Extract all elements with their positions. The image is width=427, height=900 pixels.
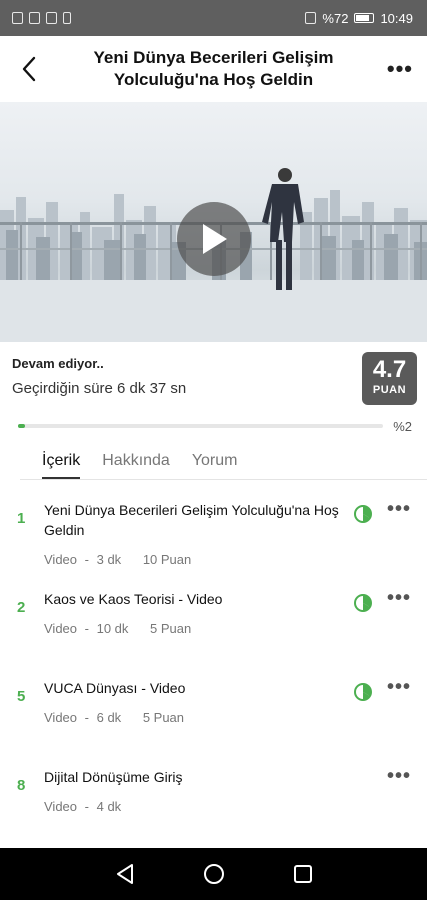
tab-about[interactable]: Hakkında <box>102 452 170 479</box>
item-title: Dijital Dönüşüme Giriş <box>44 769 183 785</box>
time-spent: Geçirdiğin süre 6 dk 37 sn <box>12 380 187 397</box>
circle-home-icon <box>203 864 224 884</box>
progress-percent: %2 <box>393 418 412 434</box>
header: Yeni Dünya Becerileri Gelişim Yolculuğu'… <box>0 36 427 102</box>
partial-progress-icon <box>354 505 372 523</box>
item-type: Video <box>44 710 78 725</box>
item-more-button[interactable]: ••• <box>387 676 411 699</box>
item-type: Video <box>44 552 78 567</box>
item-more-button[interactable]: ••• <box>387 498 411 521</box>
item-duration: 4 dk <box>96 799 122 814</box>
item-separator: - <box>84 710 89 725</box>
back-arrow-icon <box>22 56 36 82</box>
progress-status: Devam ediyor.. <box>12 356 104 371</box>
usb-icon <box>63 12 71 24</box>
status-bar-right: %72 10:49 <box>305 11 413 26</box>
item-meta: Video - 3 dk 10 Puan <box>44 552 357 567</box>
list-item[interactable]: 2 Kaos ve Kaos Teorisi - Video Video - 1… <box>0 587 427 676</box>
system-nav-bar <box>0 848 427 900</box>
item-more-button[interactable]: ••• <box>387 587 411 610</box>
content-list: 1 Yeni Dünya Becerileri Gelişim Yolculuğ… <box>0 480 427 854</box>
triangle-back-icon <box>116 864 133 884</box>
status-bar-left <box>12 12 71 24</box>
item-number: 8 <box>17 777 26 794</box>
item-title: Kaos ve Kaos Teorisi - Video <box>44 591 223 607</box>
score-value: 4.7 <box>372 356 407 383</box>
tab-bar: İçerik Hakkında Yorum <box>20 440 427 480</box>
tab-content[interactable]: İçerik <box>42 452 81 479</box>
list-item[interactable]: 1 Yeni Dünya Becerileri Gelişim Yolculuğ… <box>0 498 427 587</box>
item-points: 5 Puan <box>150 621 192 636</box>
item-number: 2 <box>17 599 26 616</box>
item-meta: Video - 10 dk 5 Puan <box>44 621 357 636</box>
nav-recents-button[interactable] <box>291 862 315 886</box>
notification-icon <box>12 12 23 24</box>
item-duration: 10 dk <box>96 621 129 636</box>
item-type: Video <box>44 621 78 636</box>
score-label: PUAN <box>372 384 407 396</box>
nav-home-button[interactable] <box>202 862 226 886</box>
page-title: Yeni Dünya Becerileri Gelişim Yolculuğu'… <box>93 48 334 89</box>
item-separator: - <box>84 799 89 814</box>
video-player[interactable] <box>0 102 427 342</box>
item-duration: 6 dk <box>96 710 122 725</box>
item-title: VUCA Dünyası - Video <box>44 680 186 696</box>
item-points: 10 Puan <box>142 552 192 567</box>
notification-icon <box>29 12 40 24</box>
item-more-button[interactable]: ••• <box>387 765 411 788</box>
item-title: Yeni Dünya Becerileri Gelişim Yolculuğu'… <box>44 502 339 538</box>
square-recents-icon <box>293 865 312 883</box>
item-number: 5 <box>17 688 26 705</box>
progress-info: Devam ediyor.. Geçirdiğin süre 6 dk 37 s… <box>0 342 427 412</box>
partial-progress-icon <box>354 594 372 612</box>
item-number: 1 <box>17 510 26 527</box>
item-separator: - <box>84 621 89 636</box>
list-item[interactable]: 8 Dijital Dönüşüme Giriş Video - 4 dk ••… <box>0 765 427 854</box>
list-item[interactable]: 5 VUCA Dünyası - Video Video - 6 dk 5 Pu… <box>0 676 427 765</box>
play-icon <box>203 224 227 254</box>
partial-progress-icon <box>354 683 372 701</box>
item-separator: - <box>84 552 89 567</box>
progress-bar-row: %2 <box>0 412 427 440</box>
businessman-figure <box>262 168 304 290</box>
mail-icon <box>46 12 57 24</box>
item-meta: Video - 6 dk 5 Puan <box>44 710 357 725</box>
tab-comments[interactable]: Yorum <box>192 452 238 479</box>
item-meta: Video - 4 dk <box>44 799 357 814</box>
progress-bar <box>18 424 384 428</box>
more-options-button[interactable]: ••• <box>383 56 413 82</box>
clock: 10:49 <box>380 10 413 26</box>
back-button[interactable] <box>14 49 44 89</box>
nfc-icon <box>305 12 317 24</box>
status-bar: %72 10:49 <box>0 0 427 36</box>
battery-percent: %72 <box>322 10 349 26</box>
battery-icon <box>354 13 375 23</box>
item-points: 5 Puan <box>142 710 185 725</box>
progress-bar-fill <box>18 424 26 428</box>
score-badge: 4.7 PUAN <box>362 352 417 405</box>
item-type: Video <box>44 799 78 814</box>
nav-back-button[interactable] <box>113 862 137 886</box>
item-duration: 3 dk <box>96 552 122 567</box>
play-button[interactable] <box>177 202 251 276</box>
